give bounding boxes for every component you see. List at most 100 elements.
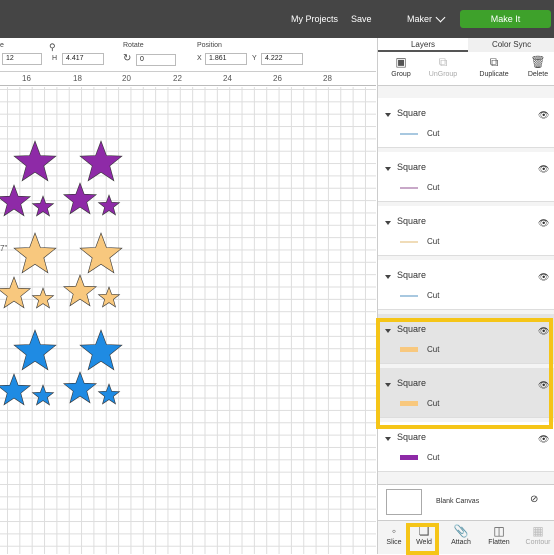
y-position-field[interactable]: 4.222	[261, 53, 303, 65]
tab-color-sync[interactable]: Color Sync	[468, 38, 554, 52]
layer-color-swatch[interactable]	[400, 187, 418, 189]
expand-triangle-icon[interactable]	[385, 437, 391, 441]
blank-canvas-thumbnail[interactable]	[386, 489, 422, 515]
layer-item[interactable]: Square 👁 Cut	[378, 260, 554, 310]
eye-icon[interactable]: 👁	[538, 110, 549, 121]
ruler-tick: 26	[273, 74, 282, 83]
star-shape[interactable]	[62, 182, 98, 215]
star-shape[interactable]	[13, 329, 57, 371]
layer-operation[interactable]: Cut	[427, 129, 439, 138]
star-shape[interactable]	[31, 287, 55, 309]
eye-icon[interactable]: 👁	[538, 434, 549, 445]
layer-name: Square	[397, 162, 427, 172]
x-position-field[interactable]: 1.861	[205, 53, 247, 65]
star-shape[interactable]	[13, 232, 57, 274]
star-shape[interactable]	[79, 232, 123, 274]
star-shape[interactable]	[97, 383, 121, 405]
layer-operation[interactable]: Cut	[427, 453, 439, 462]
eye-icon[interactable]: 👁	[538, 272, 549, 283]
lock-icon[interactable]: ⚲	[49, 42, 56, 53]
blank-canvas-row[interactable]: Blank Canvas ⊘	[378, 484, 554, 520]
contour-button[interactable]: ▦ Contour	[521, 521, 554, 555]
height-label: H	[52, 55, 58, 62]
chevron-down-icon[interactable]	[435, 12, 446, 23]
star-shape[interactable]	[62, 371, 98, 404]
star-shape[interactable]	[79, 329, 123, 371]
star-shapes[interactable]	[0, 87, 376, 554]
blank-canvas-label: Blank Canvas	[436, 498, 480, 505]
machine-selector[interactable]: Maker	[407, 0, 432, 38]
ungroup-button[interactable]: ⧉ UnGroup	[422, 52, 464, 86]
eye-icon[interactable]: 👁	[538, 218, 549, 229]
duplicate-icon: ⧉	[489, 55, 499, 69]
design-canvas[interactable]: 7"	[0, 87, 376, 554]
height-field[interactable]: 4.417	[62, 53, 104, 65]
star-shape[interactable]	[0, 373, 32, 406]
bottom-tools: ◦ Slice ❏ Weld 📎 Attach ◫ Flatten ▦ Cont…	[378, 520, 554, 555]
slice-label: Slice	[386, 539, 402, 546]
my-projects-link[interactable]: My Projects	[291, 0, 338, 38]
y-label: Y	[252, 55, 257, 62]
ruler-tick: 28	[323, 74, 332, 83]
layer-item[interactable]: Square 👁 Cut	[378, 206, 554, 256]
rotate-label: Rotate	[123, 42, 144, 49]
layer-item[interactable]: Square 👁 Cut	[378, 422, 554, 472]
star-shape[interactable]	[0, 276, 32, 309]
ruler-tick: 20	[122, 74, 131, 83]
flatten-icon: ◫	[493, 524, 505, 538]
expand-triangle-icon[interactable]	[385, 275, 391, 279]
expand-triangle-icon[interactable]	[385, 167, 391, 171]
layer-operation[interactable]: Cut	[427, 237, 439, 246]
star-shape[interactable]	[62, 274, 98, 307]
layer-color-swatch[interactable]	[400, 133, 418, 135]
star-shape[interactable]	[0, 184, 32, 217]
star-shape[interactable]	[31, 195, 55, 217]
layers-panel: Layers Color Sync ▣ Group ⧉ UnGroup ⧉ Du…	[376, 38, 554, 555]
ruler-tick: 24	[223, 74, 232, 83]
layer-color-swatch[interactable]	[400, 295, 418, 297]
group-icon: ▣	[395, 55, 407, 69]
rotate-field[interactable]: 0	[136, 54, 176, 66]
layer-name: Square	[397, 108, 427, 118]
star-shape[interactable]	[31, 384, 55, 406]
attach-label: Attach	[451, 539, 471, 546]
flatten-button[interactable]: ◫ Flatten	[482, 521, 516, 555]
star-shape[interactable]	[79, 140, 123, 182]
eye-slash-icon[interactable]: ⊘	[530, 494, 538, 505]
layer-item[interactable]: Square 👁 Cut	[378, 98, 554, 148]
make-it-button[interactable]: Make It	[460, 10, 551, 28]
star-shape[interactable]	[97, 286, 121, 308]
layer-item[interactable]: Square 👁 Cut	[378, 152, 554, 202]
ungroup-icon: ⧉	[438, 55, 448, 69]
ruler-tick: 18	[73, 74, 82, 83]
layer-operation[interactable]: Cut	[427, 291, 439, 300]
eye-icon[interactable]: 👁	[538, 164, 549, 175]
group-button[interactable]: ▣ Group	[382, 52, 420, 86]
expand-triangle-icon[interactable]	[385, 113, 391, 117]
layer-color-swatch[interactable]	[400, 455, 418, 460]
layer-operation[interactable]: Cut	[427, 183, 439, 192]
duplicate-button[interactable]: ⧉ Duplicate	[473, 52, 515, 86]
save-button[interactable]: Save	[351, 0, 372, 38]
contour-icon: ▦	[532, 524, 544, 538]
size-label: e	[0, 42, 4, 49]
attach-button[interactable]: 📎 Attach	[444, 521, 478, 555]
tab-layers[interactable]: Layers	[378, 38, 468, 52]
contour-label: Contour	[525, 539, 551, 546]
dimension-label: 7"	[0, 244, 8, 253]
slice-button[interactable]: ◦ Slice	[380, 521, 408, 555]
delete-button[interactable]: 🗑 Delete	[522, 52, 554, 86]
font-size-field[interactable]: 12	[2, 53, 42, 65]
ruler-tick: 16	[22, 74, 31, 83]
star-shape[interactable]	[97, 194, 121, 216]
flatten-label: Flatten	[488, 539, 510, 546]
edit-toolbar: e 12 ⚲ H 4.417 Rotate ↻ 0 Position X 1.8…	[0, 38, 376, 72]
layer-name: Square	[397, 270, 427, 280]
duplicate-label: Duplicate	[479, 71, 509, 78]
top-bar: My Projects Save Maker Make It	[0, 0, 554, 38]
layer-color-swatch[interactable]	[400, 241, 418, 243]
group-label: Group	[391, 71, 411, 78]
star-shape[interactable]	[13, 140, 57, 182]
panel-tabs: Layers Color Sync	[378, 38, 554, 52]
expand-triangle-icon[interactable]	[385, 221, 391, 225]
